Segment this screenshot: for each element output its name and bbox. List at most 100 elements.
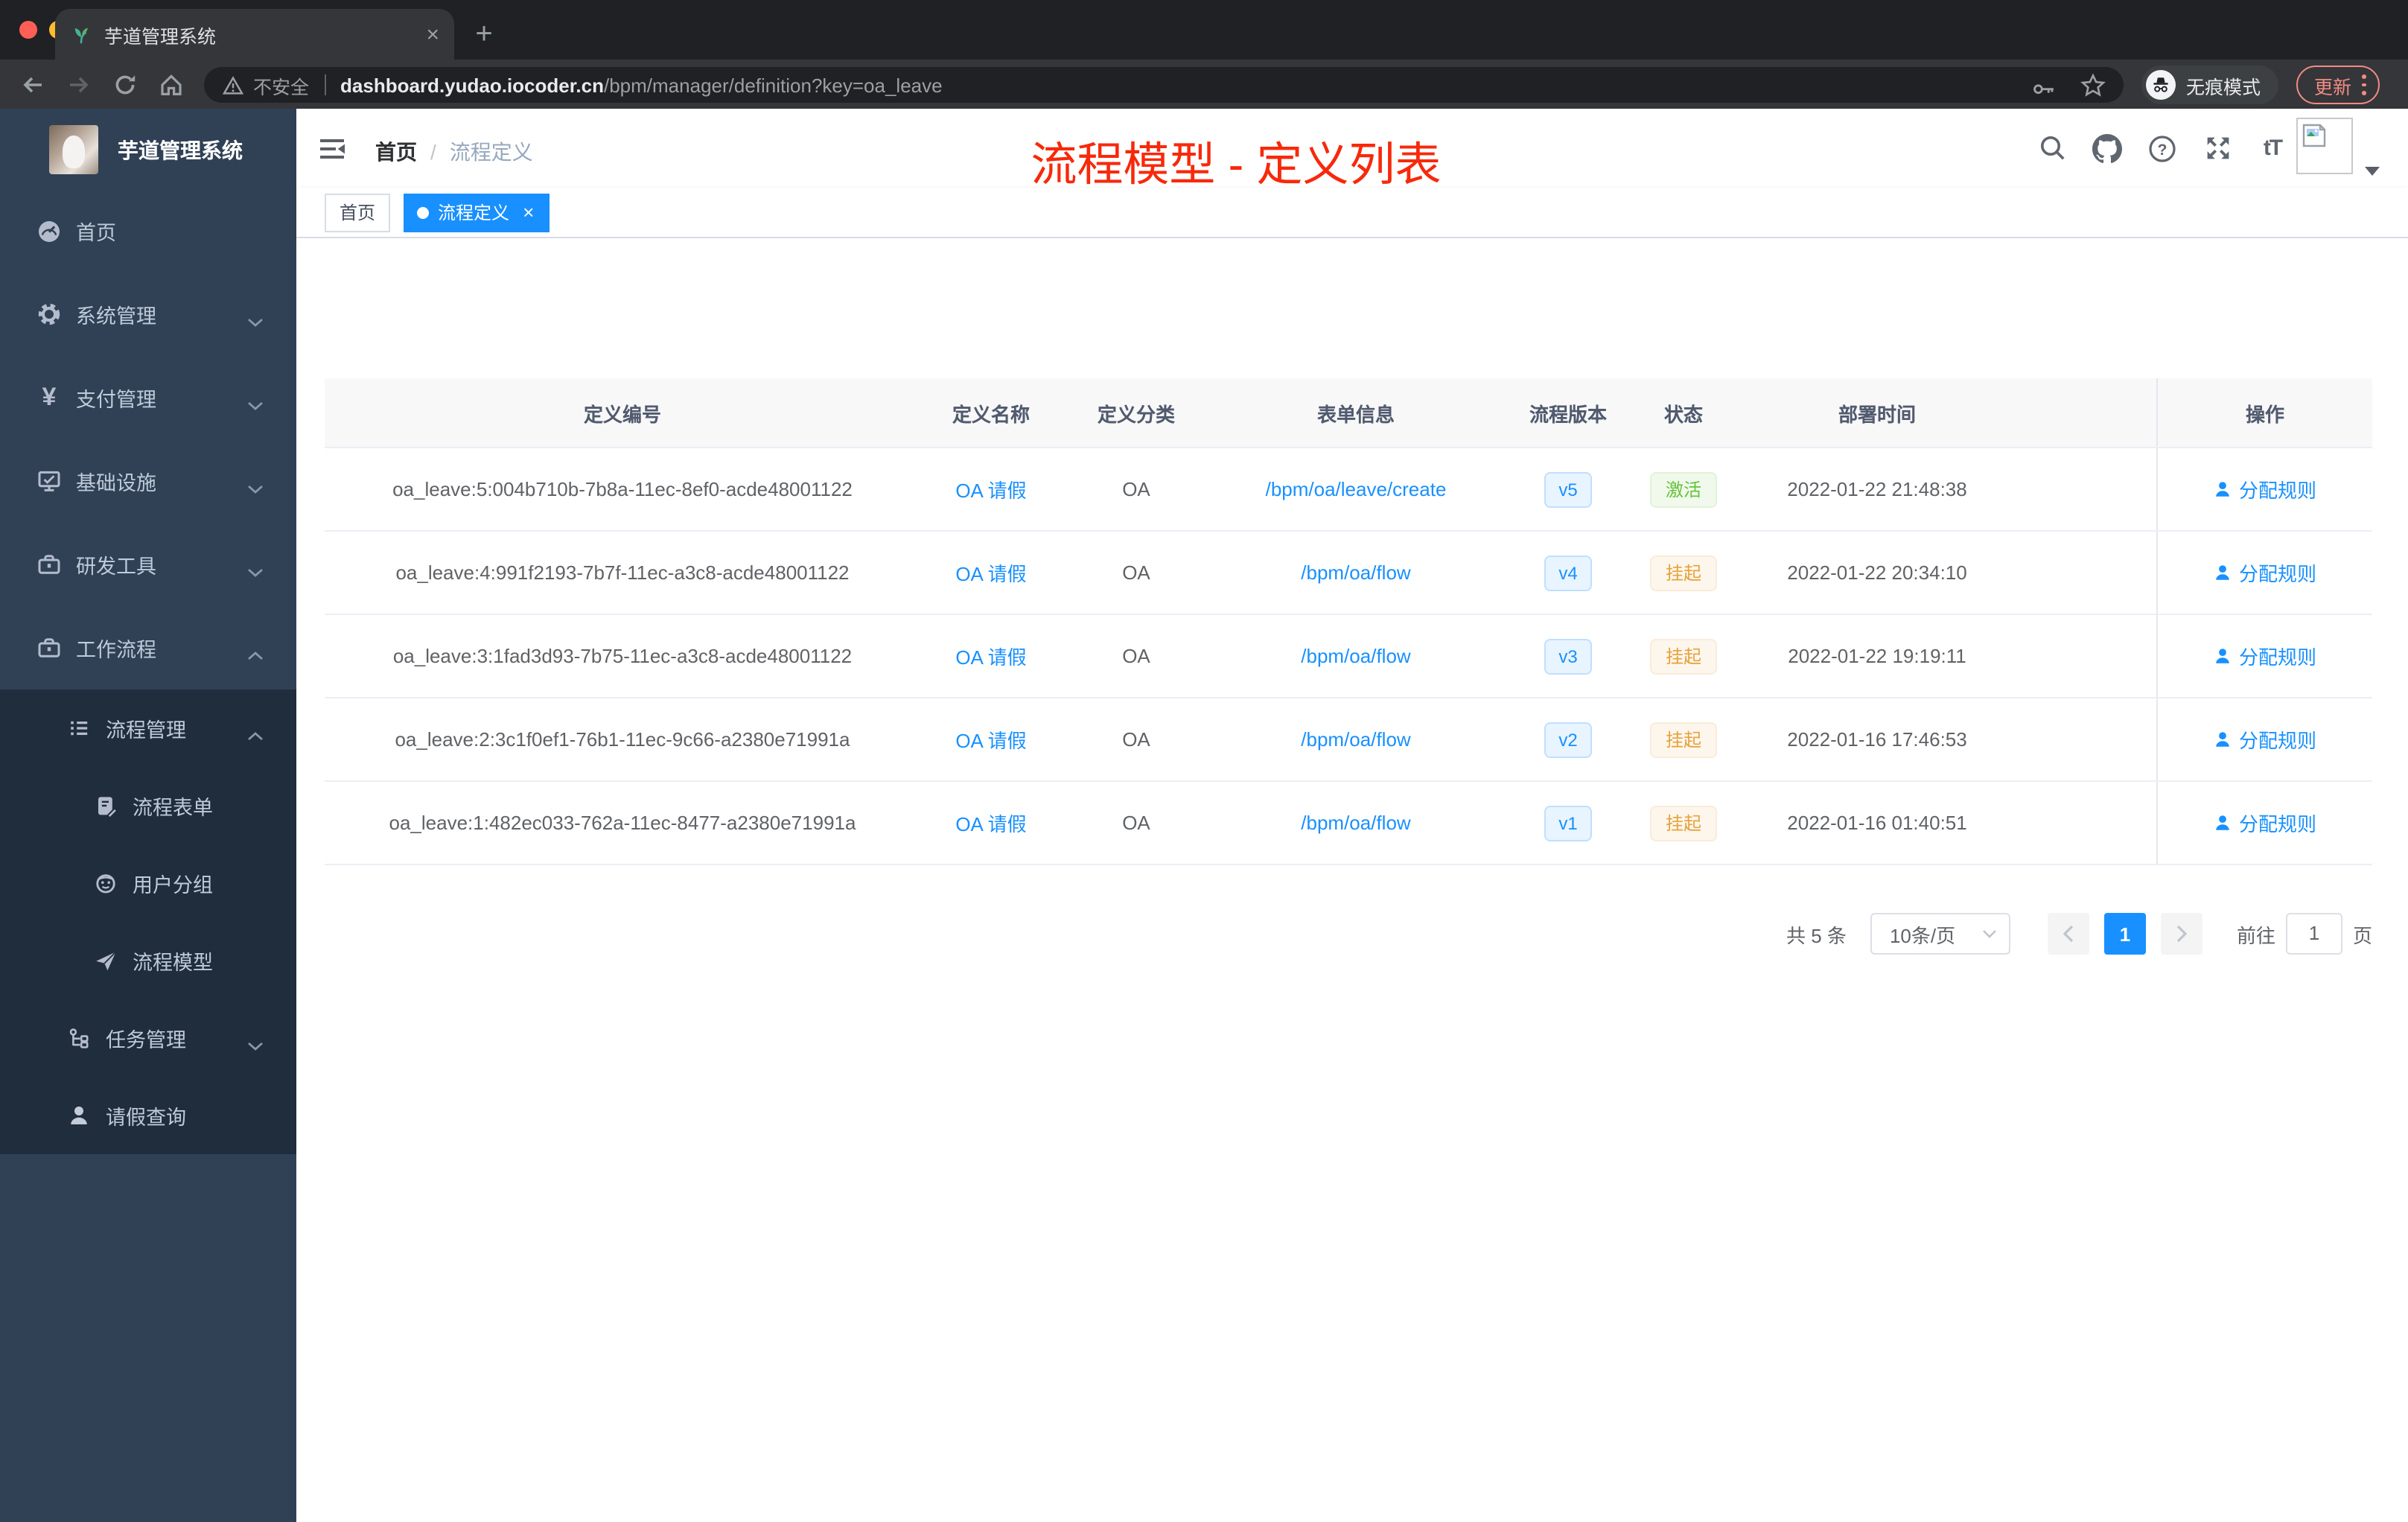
status-badge: 挂起: [1650, 805, 1716, 841]
definition-name-link[interactable]: OA 请假: [920, 558, 1062, 587]
tag-close-icon[interactable]: ×: [523, 201, 534, 223]
sidebar-item-label: 支付管理: [76, 389, 156, 411]
sidebar-item-user-group[interactable]: 用户分组: [0, 844, 296, 922]
avatar[interactable]: [2296, 118, 2353, 174]
version-badge[interactable]: v1: [1544, 805, 1593, 841]
version-badge[interactable]: v2: [1544, 722, 1593, 757]
sidebar-item-infrastructure[interactable]: 基础设施: [0, 439, 296, 523]
sidebar-collapse-button[interactable]: [316, 133, 348, 165]
chevron-right-icon: [2176, 925, 2188, 943]
sidebar-item-leave-query[interactable]: 请假查询: [0, 1077, 296, 1154]
toolbox-icon: [36, 551, 63, 578]
password-key-icon[interactable]: [2031, 72, 2057, 98]
assign-rule-button[interactable]: 分配规则: [2156, 532, 2372, 614]
search-icon[interactable]: [2036, 132, 2068, 165]
form-link[interactable]: /bpm/oa/flow: [1211, 561, 1501, 584]
sidebar-item-label: 基础设施: [76, 472, 156, 494]
breadcrumb-home[interactable]: 首页: [375, 137, 417, 167]
col-header-form: 表单信息: [1316, 403, 1395, 425]
next-page-button[interactable]: [2160, 913, 2202, 955]
chevron-down-icon: [247, 310, 264, 332]
sidebar-item-payment[interactable]: ¥ 支付管理: [0, 356, 296, 439]
back-button[interactable]: [15, 67, 51, 103]
dashboard-icon: [36, 217, 63, 244]
forward-button[interactable]: [61, 67, 97, 103]
goto-page-input[interactable]: 1: [2285, 913, 2342, 955]
sidebar-item-label: 研发工具: [76, 555, 156, 578]
tag-home[interactable]: 首页: [325, 193, 391, 232]
window-close-button[interactable]: [19, 21, 37, 39]
tags-view-bar: 首页 流程定义 ×: [296, 188, 2408, 238]
assign-rule-button[interactable]: 分配规则: [2156, 698, 2372, 780]
home-button[interactable]: [153, 67, 189, 103]
tab-close-icon[interactable]: ×: [426, 23, 439, 45]
definition-name-link[interactable]: OA 请假: [920, 642, 1062, 670]
person-icon: [2217, 732, 2230, 747]
version-badge[interactable]: v3: [1544, 638, 1593, 674]
page-size-select[interactable]: 10条/页: [1870, 913, 2010, 955]
sidebar-logo[interactable]: 芋道管理系统: [0, 109, 296, 191]
deploy-time: 2022-01-22 19:19:11: [1788, 645, 1966, 667]
new-tab-button[interactable]: +: [465, 15, 503, 54]
definition-name-link[interactable]: OA 请假: [920, 809, 1062, 837]
page-number-current[interactable]: 1: [2103, 913, 2146, 955]
person-icon: [2217, 649, 2230, 663]
tag-process-definition-active[interactable]: 流程定义 ×: [404, 193, 550, 232]
browser-tab[interactable]: 芋道管理系统 ×: [55, 9, 454, 60]
sidebar: 芋道管理系统 首页 系统管理 ¥ 支付管理 基础设施 研发工具 工作流程 流程管…: [0, 109, 296, 1522]
version-badge[interactable]: v5: [1544, 471, 1593, 507]
app-root: 芋道管理系统 首页 系统管理 ¥ 支付管理 基础设施 研发工具 工作流程 流程管…: [0, 109, 2408, 1522]
toolbox-icon: [36, 634, 63, 661]
sidebar-item-label: 流程管理: [106, 719, 186, 742]
reload-button[interactable]: [107, 67, 143, 103]
github-icon[interactable]: [2091, 132, 2124, 165]
prev-page-button[interactable]: [2047, 913, 2089, 955]
form-link[interactable]: /bpm/oa/leave/create: [1211, 478, 1501, 500]
security-label[interactable]: 不安全: [253, 71, 309, 99]
sidebar-item-workflow[interactable]: 工作流程: [0, 606, 296, 690]
sidebar-item-dev-tools[interactable]: 研发工具: [0, 523, 296, 606]
assign-rule-button[interactable]: 分配规则: [2156, 448, 2372, 530]
fullscreen-icon[interactable]: [2201, 132, 2234, 165]
sidebar-item-process-model[interactable]: 流程模型: [0, 922, 296, 999]
sidebar-item-process-form[interactable]: 流程表单: [0, 767, 296, 844]
browser-window: 芋道管理系统 × + 不安全 dashboard.yudao.iocoder.c…: [0, 0, 2408, 1522]
form-link[interactable]: /bpm/oa/flow: [1211, 728, 1501, 751]
chevron-down-icon: [247, 393, 264, 415]
sidebar-item-task-mgmt[interactable]: 任务管理: [0, 999, 296, 1077]
table-row: oa_leave:2:3c1f0ef1-76b1-11ec-9c66-a2380…: [325, 698, 2372, 782]
form-link[interactable]: /bpm/oa/flow: [1211, 812, 1501, 834]
definition-name-link[interactable]: OA 请假: [920, 725, 1062, 754]
yen-icon: ¥: [42, 383, 57, 411]
pagination: 共 5 条 10条/页 1 前往 1 页: [325, 913, 2372, 955]
font-size-icon[interactable]: tT: [2256, 132, 2289, 165]
person-icon: [2217, 815, 2230, 830]
sidebar-item-system[interactable]: 系统管理: [0, 273, 296, 356]
version-badge[interactable]: v4: [1544, 555, 1593, 590]
sidebar-item-home[interactable]: 首页: [0, 189, 296, 273]
assign-rule-button[interactable]: 分配规则: [2156, 782, 2372, 864]
avatar-caret-down-icon[interactable]: [2365, 156, 2380, 183]
broken-image-icon: [2302, 124, 2326, 147]
form-link[interactable]: /bpm/oa/flow: [1211, 645, 1501, 667]
user-group-icon: [92, 871, 119, 895]
breadcrumb-current: 流程定义: [449, 140, 533, 164]
workflow-submenu: 流程管理 流程表单 用户分组 流程模型 任务管理 请假查询: [0, 690, 296, 1154]
chevron-down-icon: [247, 1034, 264, 1056]
url-domain: dashboard.yudao.iocoder.cn: [340, 74, 604, 96]
definition-category: OA: [1122, 645, 1150, 667]
sidebar-item-process-mgmt[interactable]: 流程管理: [0, 690, 296, 767]
table-row: oa_leave:5:004b710b-7b8a-11ec-8ef0-acde4…: [325, 448, 2372, 532]
update-menu-button[interactable]: 更新: [2296, 66, 2380, 104]
url-bar[interactable]: 不安全 dashboard.yudao.iocoder.cn/bpm/manag…: [204, 67, 2124, 103]
definition-name-link[interactable]: OA 请假: [920, 475, 1062, 503]
help-icon[interactable]: ?: [2146, 132, 2179, 165]
assign-rule-button[interactable]: 分配规则: [2156, 615, 2372, 697]
deploy-time: 2022-01-16 01:40:51: [1787, 812, 1967, 834]
url-divider: [324, 74, 326, 95]
bookmark-star-icon[interactable]: [2080, 72, 2106, 98]
svg-text:?: ?: [2158, 141, 2167, 158]
col-header-status: 状态: [1663, 403, 1703, 425]
monitor-icon: [36, 468, 63, 494]
chevron-up-icon: [247, 724, 264, 746]
